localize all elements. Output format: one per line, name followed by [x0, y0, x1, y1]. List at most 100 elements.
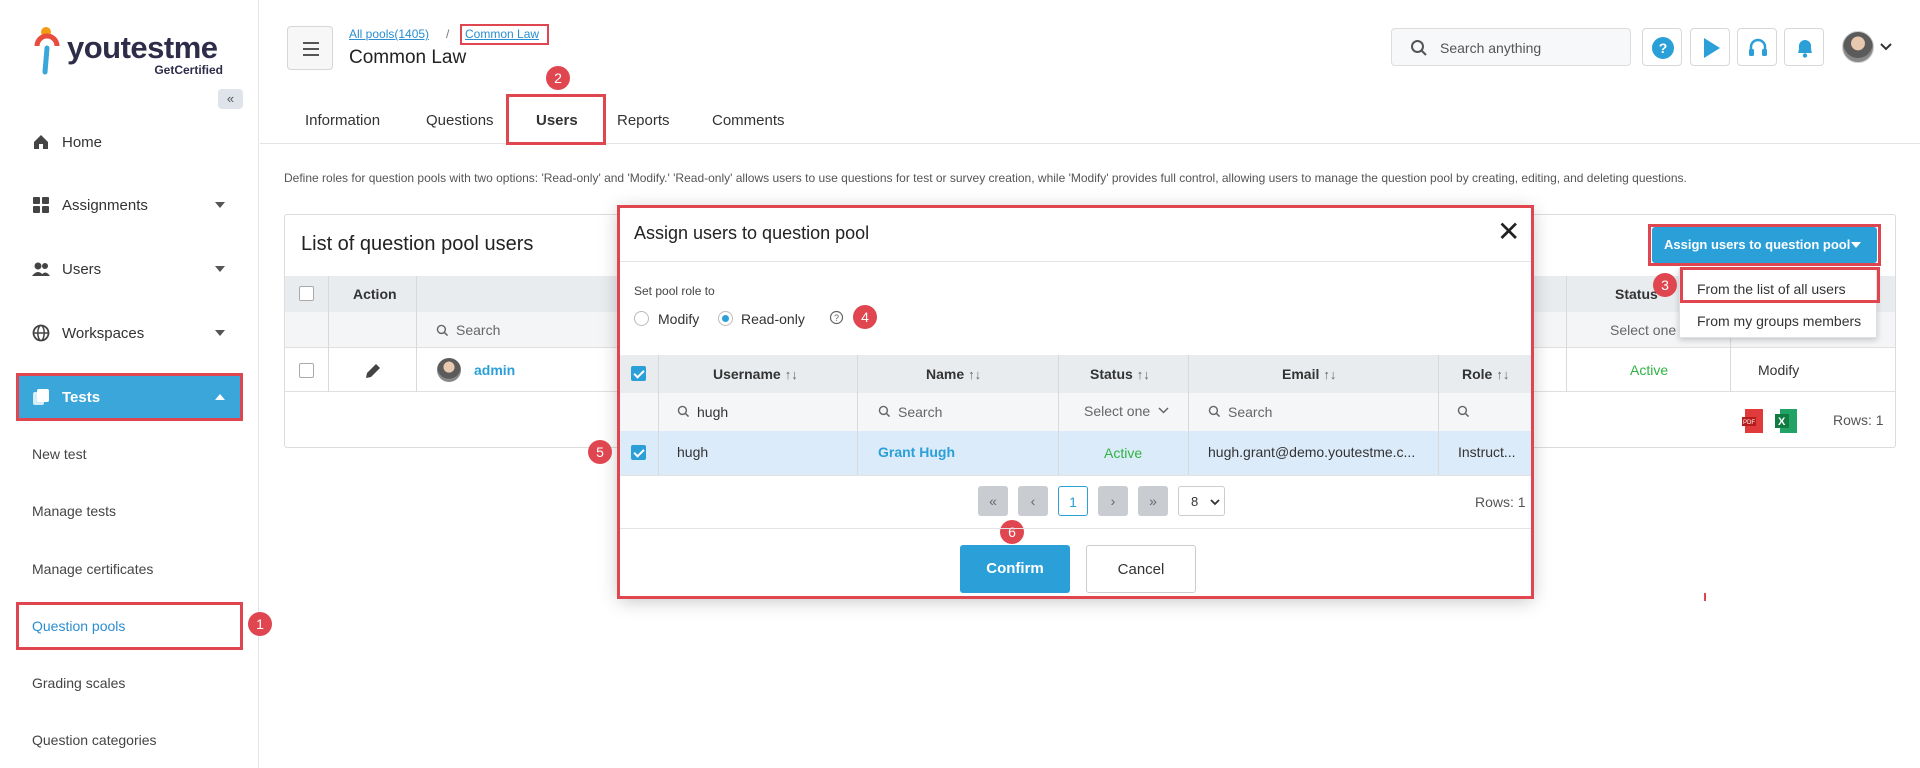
- name-filter-input[interactable]: Search: [898, 404, 942, 420]
- row-checkbox[interactable]: [631, 445, 646, 460]
- sidebar-item-home[interactable]: Home: [16, 120, 243, 164]
- svg-text:PDF: PDF: [1743, 420, 1755, 426]
- select-all-checkbox[interactable]: [631, 366, 646, 381]
- sidebar-subitem-manage-certificates[interactable]: Manage certificates: [32, 561, 153, 577]
- status-filter-select[interactable]: Select one: [1610, 322, 1676, 338]
- confirm-button[interactable]: Confirm: [960, 545, 1070, 593]
- first-page-button[interactable]: «: [978, 486, 1008, 516]
- brand-sub: GetCertified: [154, 63, 223, 77]
- menu-toggle-button[interactable]: [287, 26, 333, 70]
- sidebar-item-label: Home: [62, 133, 103, 151]
- last-page-button[interactable]: »: [1138, 486, 1168, 516]
- email-filter-input[interactable]: Search: [1228, 404, 1272, 420]
- select-all-checkbox[interactable]: [299, 286, 314, 301]
- help-circle-icon[interactable]: ?: [829, 310, 844, 325]
- column-header-name[interactable]: Name ↑↓: [926, 366, 981, 382]
- global-search[interactable]: Search anything: [1391, 28, 1631, 66]
- prev-page-button[interactable]: ‹: [1018, 486, 1048, 516]
- next-page-button[interactable]: ›: [1098, 486, 1128, 516]
- help-button[interactable]: ?: [1642, 28, 1682, 66]
- chevron-down-icon: [1158, 407, 1169, 414]
- play-button[interactable]: [1690, 28, 1730, 66]
- play-icon: [1704, 38, 1720, 58]
- svg-text:?: ?: [834, 313, 839, 323]
- excel-export-icon[interactable]: X: [1774, 408, 1798, 434]
- home-icon: [34, 135, 48, 149]
- bell-icon: [1798, 40, 1812, 58]
- status-filter-select[interactable]: Select one: [1084, 403, 1150, 419]
- column-header-email[interactable]: Email ↑↓: [1282, 366, 1336, 382]
- notifications-button[interactable]: [1784, 28, 1824, 66]
- search-input[interactable]: Search anything: [1440, 40, 1541, 56]
- sidebar-item-label: Workspaces: [62, 324, 145, 342]
- username-filter-input[interactable]: hugh: [697, 404, 728, 420]
- sidebar-subitem-question-categories[interactable]: Question categories: [32, 732, 157, 748]
- sidebar-subitem-grading-scales[interactable]: Grading scales: [32, 675, 125, 691]
- sidebar-item-assignments[interactable]: Assignments: [16, 183, 243, 227]
- cancel-button[interactable]: Cancel: [1086, 545, 1196, 593]
- search-icon[interactable]: [1457, 405, 1470, 418]
- role-readonly-radio[interactable]: [718, 311, 733, 326]
- brand-name: youtestme: [67, 30, 218, 65]
- role-readonly-label[interactable]: Read-only: [741, 311, 805, 327]
- annotation-badge: 2: [546, 66, 570, 90]
- collapse-sidebar-button[interactable]: «: [218, 89, 243, 109]
- tab-information[interactable]: Information: [305, 112, 380, 129]
- card-title: List of question pool users: [301, 233, 534, 255]
- breadcrumb-all-pools[interactable]: All pools(1405): [349, 27, 429, 41]
- sidebar-item-label: Assignments: [62, 196, 148, 214]
- svg-text:X: X: [1778, 416, 1786, 428]
- sort-icon: ↑↓: [1136, 367, 1150, 382]
- close-icon[interactable]: ✕: [1497, 218, 1520, 246]
- avatar[interactable]: [1842, 31, 1874, 63]
- users-icon: [32, 262, 50, 276]
- name-link[interactable]: Grant Hugh: [878, 444, 955, 460]
- page-number-button[interactable]: 1: [1058, 486, 1088, 516]
- role-cell: Modify: [1758, 362, 1800, 378]
- help-icon: ?: [1652, 37, 1674, 59]
- edit-icon[interactable]: [363, 361, 383, 381]
- role-modify-radio[interactable]: [634, 311, 649, 326]
- menu-item-group-members[interactable]: From my groups members: [1697, 313, 1861, 329]
- column-header-role[interactable]: Role ↑↓: [1462, 366, 1509, 382]
- rows-count: Rows: 1: [1833, 412, 1884, 428]
- chevron-down-icon: [215, 266, 225, 272]
- search-icon: [1208, 405, 1221, 418]
- role-modify-label[interactable]: Modify: [658, 311, 699, 327]
- annotation-box: [16, 602, 243, 650]
- column-header-username[interactable]: Username ↑↓: [713, 366, 798, 382]
- chevron-down-icon: [215, 330, 225, 336]
- search-icon: [878, 405, 891, 418]
- pdf-export-icon[interactable]: PDF: [1741, 408, 1765, 434]
- status-badge: Active: [1104, 445, 1143, 461]
- sidebar-subitem-new-test[interactable]: New test: [32, 446, 86, 462]
- status-badge: Active: [1630, 362, 1669, 378]
- sidebar-item-label: Users: [62, 260, 102, 278]
- page-size-select[interactable]: 8: [1178, 486, 1225, 516]
- tab-reports[interactable]: Reports: [617, 112, 670, 129]
- sidebar-item-workspaces[interactable]: Workspaces: [16, 311, 243, 355]
- sidebar-subitem-manage-tests[interactable]: Manage tests: [32, 503, 116, 519]
- sort-icon: ↑↓: [784, 367, 798, 382]
- rows-count: Rows: 1: [1475, 494, 1526, 510]
- user-filter-input[interactable]: Search: [456, 322, 500, 338]
- annotation-box: [16, 373, 243, 421]
- tab-comments[interactable]: Comments: [712, 112, 785, 129]
- chevron-down-icon: [215, 202, 225, 208]
- headset-icon: [1749, 38, 1767, 56]
- chevron-down-icon[interactable]: [1880, 43, 1892, 51]
- row-checkbox[interactable]: [299, 363, 314, 378]
- tab-questions[interactable]: Questions: [426, 112, 494, 129]
- annotation-mark: [1704, 593, 1706, 601]
- sidebar-item-users[interactable]: Users: [16, 247, 243, 291]
- column-header-status[interactable]: Status ↑↓: [1090, 366, 1150, 382]
- annotation-box: [506, 94, 606, 145]
- page-title: Common Law: [349, 47, 467, 68]
- search-icon: [436, 324, 449, 337]
- modal-filter-row: [620, 393, 1531, 431]
- column-header-status: Status: [1615, 286, 1658, 302]
- annotation-badge: 3: [1653, 273, 1677, 297]
- support-button[interactable]: [1737, 28, 1777, 66]
- logo: youtestme GetCertified: [33, 26, 233, 78]
- user-name-link[interactable]: admin: [474, 362, 515, 378]
